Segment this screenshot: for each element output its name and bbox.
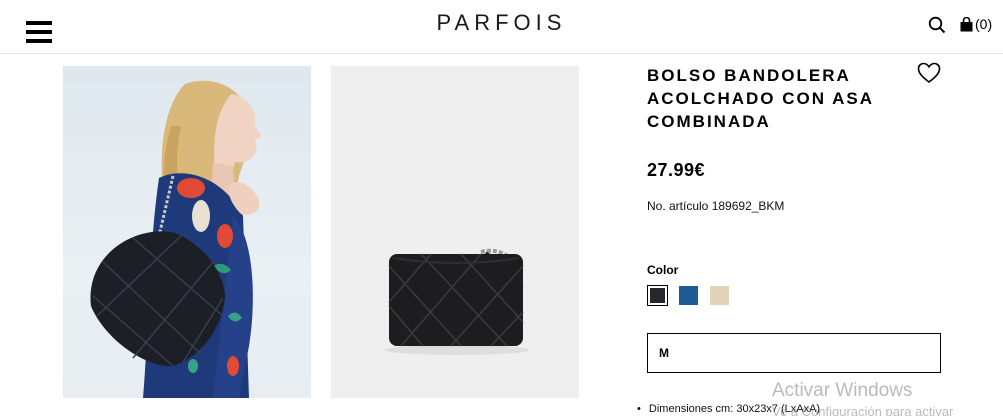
size-selector[interactable]: M bbox=[647, 333, 941, 373]
color-swatch-beige[interactable] bbox=[710, 286, 729, 305]
site-header: PARFOIS (0) bbox=[0, 0, 1003, 54]
color-label: Color bbox=[647, 263, 679, 277]
size-value: M bbox=[659, 346, 669, 360]
cart-button[interactable]: (0) bbox=[960, 14, 992, 34]
search-icon[interactable] bbox=[928, 16, 946, 34]
bag-illustration bbox=[385, 248, 529, 355]
windows-activation-subtitle: Ve a Configuración para activar bbox=[772, 404, 954, 416]
cart-count: (0) bbox=[975, 16, 993, 32]
brand-logo[interactable]: PARFOIS bbox=[0, 10, 1003, 36]
product-title: BOLSO BANDOLERA ACOLCHADO CON ASA COMBIN… bbox=[647, 66, 874, 131]
model-illustration bbox=[90, 80, 261, 398]
color-swatch-blue[interactable] bbox=[679, 286, 698, 305]
product-price: 27.99€ bbox=[647, 160, 706, 180]
article-number: No. artículo 189692_BKM bbox=[647, 199, 785, 213]
product-photo-bag[interactable] bbox=[331, 66, 579, 398]
color-swatches bbox=[647, 285, 729, 306]
heart-icon[interactable] bbox=[917, 62, 941, 84]
windows-activation-title: Activar Windows bbox=[772, 380, 913, 401]
shopping-bag-icon bbox=[960, 16, 973, 31]
product-photo-model[interactable] bbox=[63, 66, 311, 398]
color-swatch-black[interactable] bbox=[647, 285, 668, 306]
